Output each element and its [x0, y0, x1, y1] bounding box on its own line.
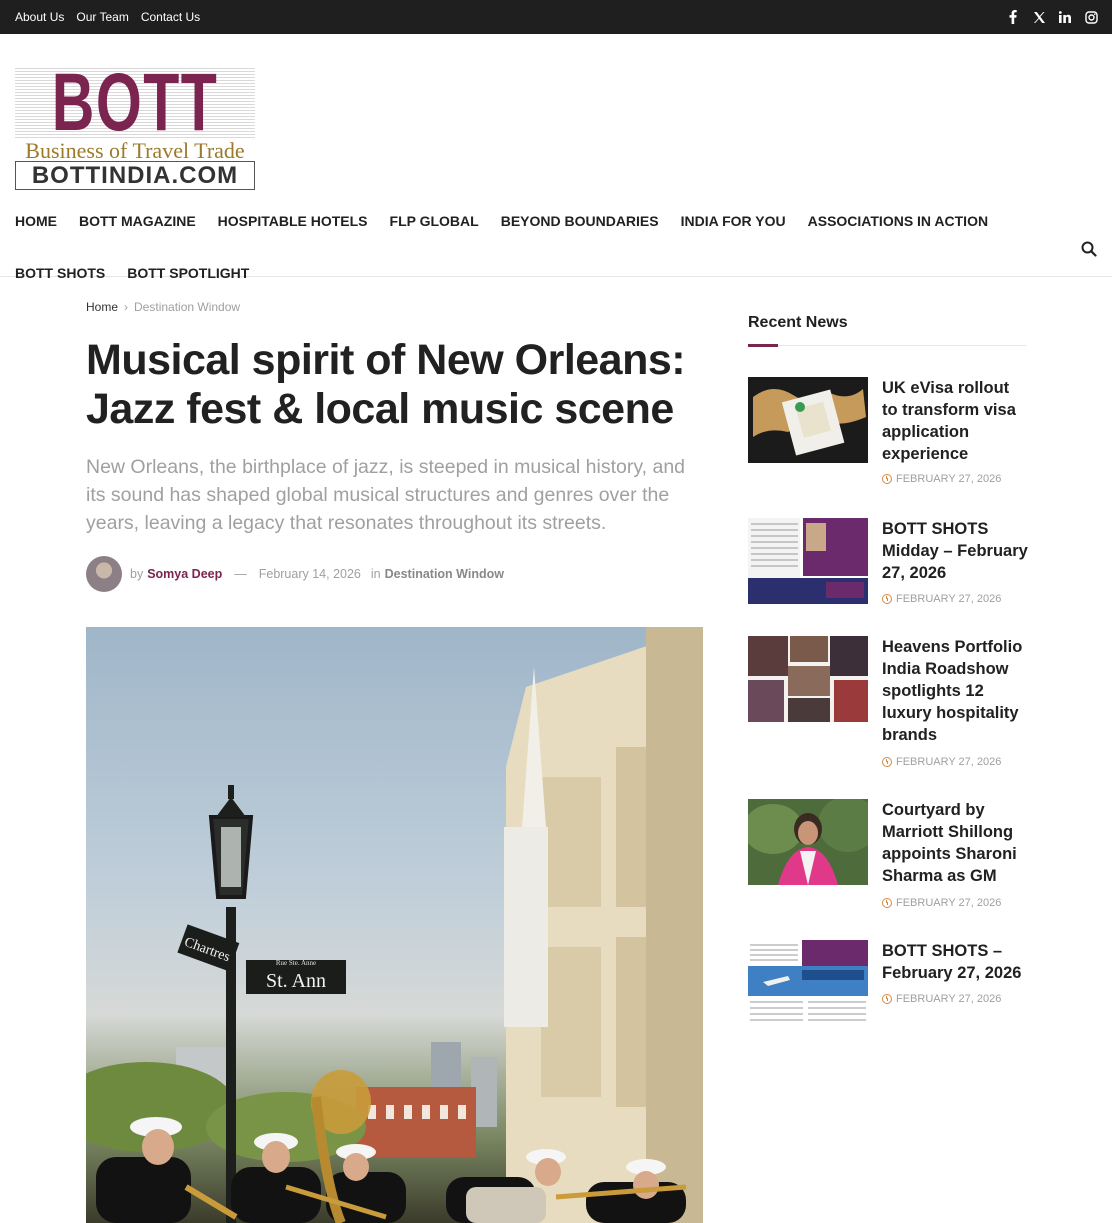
clock-icon — [882, 994, 892, 1004]
news-headline[interactable]: UK eVisa rollout to transform visa appli… — [882, 377, 1028, 465]
news-headline[interactable]: BOTT SHOTS Midday – February 27, 2026 — [882, 518, 1028, 584]
search-icon[interactable] — [1081, 241, 1097, 257]
article-title: Musical spirit of New Orleans: Jazz fest… — [86, 336, 686, 433]
news-headline[interactable]: BOTT SHOTS – February 27, 2026 — [882, 940, 1028, 984]
news-date-text: FEBRUARY 27, 2026 — [896, 593, 1002, 605]
article-meta: by Somya Deep — February 14, 2026 in Des… — [86, 556, 504, 592]
news-date: FEBRUARY 27, 2026 — [882, 593, 1001, 605]
sidebar-divider — [748, 345, 1026, 346]
nav-item-hospitable-hotels[interactable]: HOSPITABLE HOTELS — [218, 210, 368, 230]
news-item[interactable]: UK eVisa rollout to transform visa appli… — [748, 377, 1028, 487]
breadcrumb-home[interactable]: Home — [86, 300, 118, 314]
logo-domain: BOTTINDIA.COM — [15, 161, 255, 190]
street-sign-st-ann: St. Ann — [266, 970, 326, 992]
news-thumbnail[interactable] — [748, 799, 868, 885]
nav-item-bott-spotlight[interactable]: BOTT SPOTLIGHT — [127, 265, 249, 281]
news-date: FEBRUARY 27, 2026 — [882, 993, 1001, 1005]
news-date-text: FEBRUARY 27, 2026 — [896, 756, 1002, 768]
category-link[interactable]: Destination Window — [385, 567, 504, 581]
by-label: by — [130, 567, 144, 581]
news-item[interactable]: Courtyard by Marriott Shillong appoints … — [748, 799, 1028, 914]
breadcrumb: Home › Destination Window — [86, 300, 240, 314]
logo-brand: BOTT — [51, 57, 219, 148]
news-date: FEBRUARY 27, 2026 — [882, 897, 1001, 909]
nav-item-beyond-boundaries[interactable]: BEYOND BOUNDARIES — [501, 210, 659, 230]
site-logo[interactable]: BOTT Business of Travel Trade BOTTINDIA.… — [15, 62, 255, 190]
news-thumbnail[interactable] — [748, 377, 868, 463]
nav-item-flp-global[interactable]: FLP GLOBAL — [390, 210, 479, 230]
nav-item-bott-shots[interactable]: BOTT SHOTS — [15, 265, 105, 281]
nav-row-primary: HOME BOTT MAGAZINE HOSPITABLE HOTELS FLP… — [15, 210, 988, 230]
hero-image: St. Ann Rue Ste. Anne Chartres — [86, 627, 703, 1223]
news-date-text: FEBRUARY 27, 2026 — [896, 897, 1002, 909]
news-date-text: FEBRUARY 27, 2026 — [896, 473, 1002, 485]
clock-icon — [882, 757, 892, 767]
breadcrumb-separator: › — [124, 300, 129, 314]
news-date: FEBRUARY 27, 2026 — [882, 473, 1001, 485]
article-date: February 14, 2026 — [258, 567, 361, 581]
news-item[interactable]: BOTT SHOTS Midday – February 27, 2026 FE… — [748, 518, 1028, 608]
nav-item-associations-in-action[interactable]: ASSOCIATIONS IN ACTION — [808, 210, 988, 230]
sidebar-title: Recent News — [748, 314, 848, 331]
author-link[interactable]: Somya Deep — [147, 567, 222, 581]
contact-us-link[interactable]: Contact Us — [141, 10, 200, 24]
top-bar: About Us Our Team Contact Us — [0, 0, 1112, 34]
street-sign-small: Rue Ste. Anne — [276, 959, 316, 967]
nav-item-home[interactable]: HOME — [15, 210, 57, 230]
sidebar-accent — [748, 344, 778, 347]
news-item[interactable]: BOTT SHOTS – February 27, 2026 FEBRUARY … — [748, 940, 1028, 1030]
about-us-link[interactable]: About Us — [15, 10, 64, 24]
meta-dash: — — [234, 567, 247, 581]
news-date: FEBRUARY 27, 2026 — [882, 756, 1001, 768]
nav-item-bott-magazine[interactable]: BOTT MAGAZINE — [79, 210, 196, 230]
news-thumbnail[interactable] — [748, 636, 868, 722]
hero-illustration: St. Ann Rue Ste. Anne Chartres — [86, 627, 703, 1223]
breadcrumb-current[interactable]: Destination Window — [134, 300, 240, 314]
article-subtitle: New Orleans, the birthplace of jazz, is … — [86, 456, 686, 534]
in-label: in — [370, 567, 381, 581]
top-links: About Us Our Team Contact Us — [15, 10, 200, 24]
clock-icon — [882, 474, 892, 484]
nav-item-india-for-you[interactable]: INDIA FOR YOU — [681, 210, 786, 230]
news-item[interactable]: Heavens Portfolio India Roadshow spotlig… — [748, 636, 1028, 768]
news-headline[interactable]: Heavens Portfolio India Roadshow spotlig… — [882, 636, 1028, 746]
news-date-text: FEBRUARY 27, 2026 — [896, 993, 1002, 1005]
main-nav: HOME BOTT MAGAZINE HOSPITABLE HOTELS FLP… — [0, 210, 1112, 281]
instagram-icon[interactable] — [1084, 8, 1098, 26]
nav-row-secondary: BOTT SHOTS BOTT SPOTLIGHT — [15, 265, 249, 281]
clock-icon — [882, 594, 892, 604]
facebook-icon[interactable] — [1006, 8, 1020, 26]
linkedin-icon[interactable] — [1058, 8, 1072, 26]
author-avatar[interactable] — [86, 556, 122, 592]
news-headline[interactable]: Courtyard by Marriott Shillong appoints … — [882, 799, 1028, 887]
news-thumbnail[interactable] — [748, 518, 868, 604]
news-thumbnail[interactable] — [748, 940, 868, 1026]
clock-icon — [882, 898, 892, 908]
our-team-link[interactable]: Our Team — [76, 10, 128, 24]
social-links — [1006, 8, 1098, 26]
x-twitter-icon[interactable] — [1032, 8, 1046, 26]
